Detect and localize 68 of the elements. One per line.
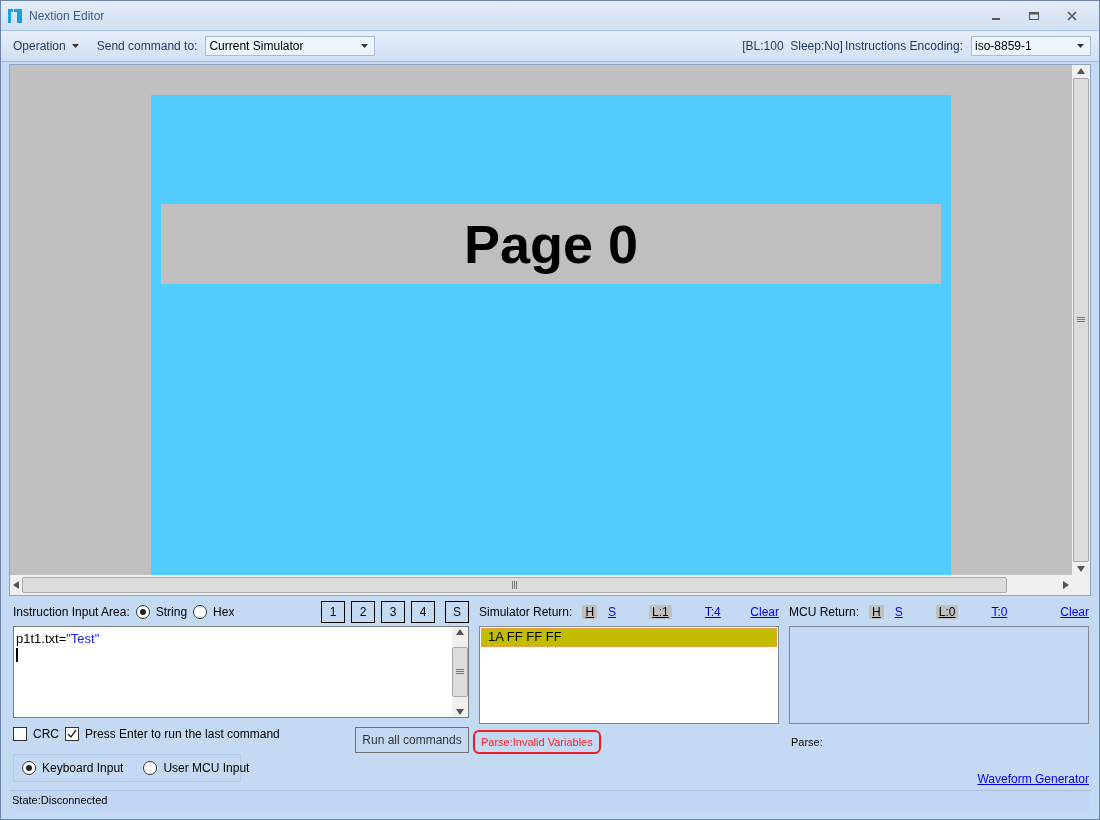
mode-radio[interactable]: String [135, 605, 188, 620]
close-icon[interactable] [1067, 10, 1077, 21]
caret-icon [71, 44, 79, 49]
grip-icon [1077, 317, 1085, 324]
send-label: Send command to: [96, 39, 198, 54]
radio-icon[interactable] [22, 761, 36, 776]
format-toggle[interactable]: L:1 [649, 605, 672, 620]
checkbox-icon[interactable] [13, 727, 27, 742]
page-label: Page 0 [161, 203, 941, 284]
format-toggle[interactable]: L:0 [935, 605, 959, 620]
format-toggle[interactable]: H [869, 605, 884, 620]
format-toggle[interactable]: H [582, 605, 598, 620]
format-toggle[interactable]: S [605, 605, 620, 620]
scroll-up-icon[interactable] [1077, 67, 1085, 74]
device-status-text: [BL:100 Sleep:No] [742, 39, 843, 54]
scroll-down-icon[interactable] [456, 709, 464, 716]
source-radio[interactable]: User MCU Input [143, 761, 250, 776]
text-caret [16, 648, 18, 663]
parse-message: Parse: [790, 735, 824, 751]
slot-button[interactable]: 1 [321, 601, 345, 624]
status-bar: State:Disconnected [9, 790, 1091, 809]
slot-button[interactable]: 3 [381, 601, 405, 624]
slot-button[interactable]: 4 [411, 601, 435, 624]
slot-button[interactable]: S [445, 601, 469, 624]
command-editor[interactable]: p1t1.txt="Test" [13, 626, 469, 719]
panel-label: MCU Return: [789, 605, 859, 620]
panel-label: Simulator Return: [479, 605, 573, 620]
slot-button[interactable]: 2 [351, 601, 375, 624]
radio-icon[interactable] [193, 605, 208, 620]
scroll-up-icon[interactable] [456, 629, 464, 636]
waveform-link[interactable]: Waveform Generator [977, 772, 1089, 787]
grip-icon [456, 669, 464, 676]
format-toggle[interactable]: S [891, 605, 906, 620]
horizontal-scrollbar[interactable] [10, 575, 1072, 596]
code-token: "Test" [66, 631, 100, 647]
parse-message: Parse:Invalid Variables [473, 730, 601, 755]
clear-link[interactable]: Clear [1060, 605, 1089, 620]
code-token: p1t1.txt= [16, 631, 67, 647]
app-logo-icon [7, 7, 23, 24]
option-checkbox[interactable]: CRC [13, 727, 59, 742]
scroll-thumb[interactable] [22, 577, 1007, 594]
scroll-thumb[interactable] [452, 647, 468, 698]
option-checkbox[interactable]: Press Enter to run the last command [65, 727, 280, 742]
checkbox-icon[interactable] [65, 727, 79, 742]
run-all-button[interactable]: Run all commands [355, 727, 469, 754]
editor-scrollbar[interactable] [452, 627, 468, 718]
scroll-left-icon[interactable] [13, 581, 19, 590]
window-title: Nextion Editor [29, 8, 106, 23]
grip-icon [511, 581, 518, 590]
caret-icon [1077, 44, 1084, 49]
maximize-icon[interactable] [1029, 10, 1039, 21]
format-toggle[interactable]: T:4 [701, 605, 724, 620]
radio-icon[interactable] [135, 605, 150, 620]
input-area-label: Instruction Input Area: [13, 605, 130, 620]
target-dropdown[interactable]: Current Simulator [205, 36, 376, 57]
radio-icon[interactable] [143, 761, 158, 776]
source-radio[interactable]: Keyboard Input [22, 761, 124, 776]
scroll-thumb[interactable] [1073, 77, 1089, 563]
caret-icon [361, 44, 369, 49]
clear-link[interactable]: Clear [750, 605, 779, 620]
mode-radio[interactable]: Hex [193, 605, 235, 620]
encoding-label: Instructions Encoding: [844, 39, 963, 54]
operation-menu[interactable]: Operation [13, 39, 79, 54]
scroll-right-icon[interactable] [1063, 581, 1069, 590]
encoding-dropdown[interactable]: iso-8859-1 [971, 36, 1091, 57]
scroll-down-icon[interactable] [1077, 566, 1085, 573]
format-toggle[interactable]: T:0 [988, 605, 1011, 620]
vertical-scrollbar[interactable] [1072, 64, 1090, 576]
